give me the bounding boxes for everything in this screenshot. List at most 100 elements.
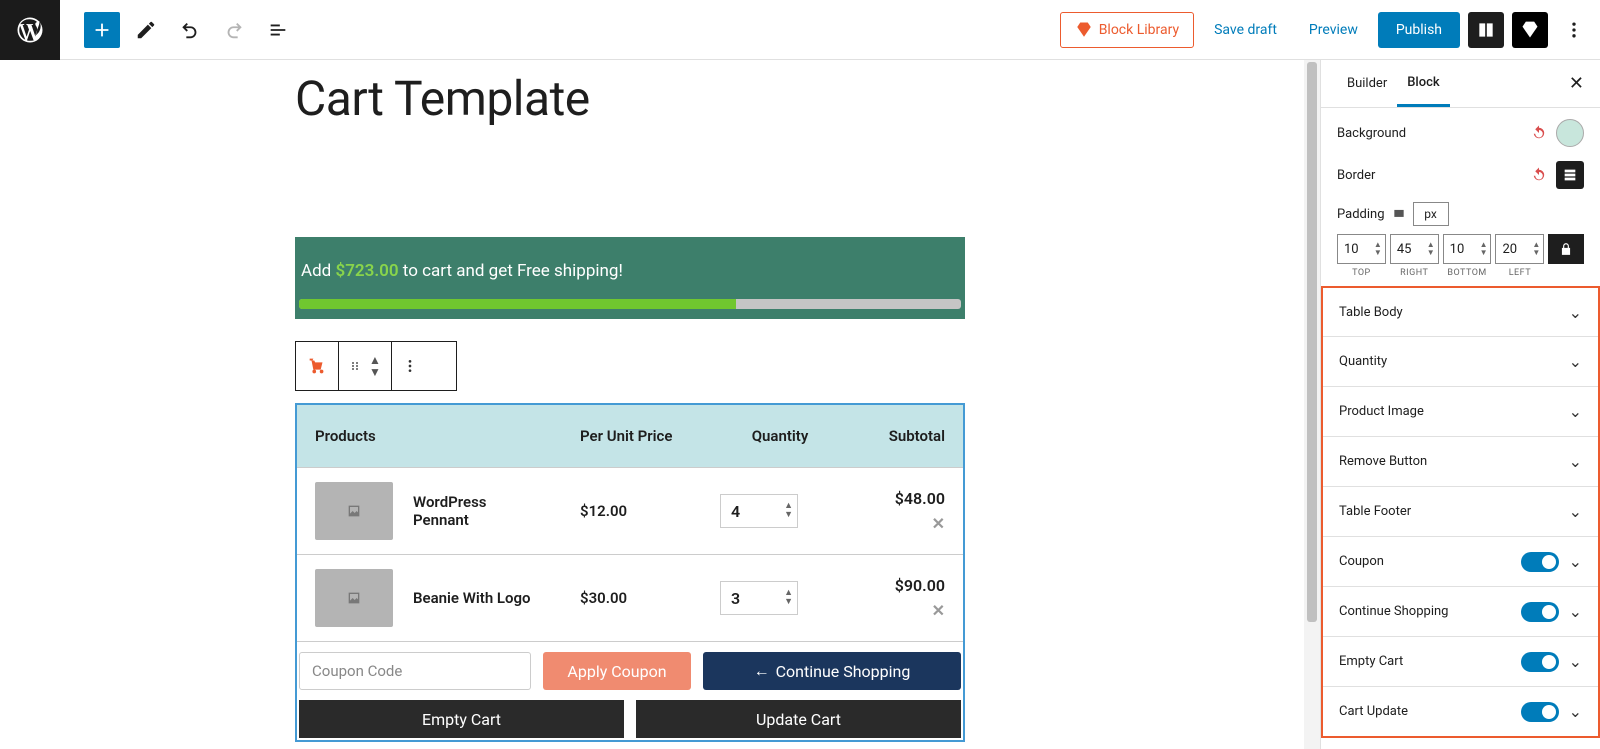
chevron-down-icon: ⌄ <box>1569 552 1582 571</box>
padding-label: Padding <box>1337 207 1385 222</box>
accordion-table-body[interactable]: Table Body⌄ <box>1323 286 1598 336</box>
toggle-switch[interactable] <box>1521 652 1559 672</box>
cart-actions-row-1: Coupon Code Apply Coupon ← Continue Shop… <box>297 641 963 700</box>
accordion-label: Remove Button <box>1339 454 1427 469</box>
accordion-label: Table Body <box>1339 305 1403 320</box>
ship-progress-fill <box>299 299 736 309</box>
accordion-label: Table Footer <box>1339 504 1411 519</box>
toggle-switch[interactable] <box>1521 702 1559 722</box>
row-subtotal: $90.00 <box>840 576 945 595</box>
col-products: Products <box>315 427 580 445</box>
qty-spinner-icon[interactable]: ▲▼ <box>784 589 793 607</box>
accordion-label: Coupon <box>1339 554 1384 569</box>
close-sidebar-button[interactable]: ✕ <box>1569 73 1584 94</box>
accordion-product-image[interactable]: Product Image⌄ <box>1323 386 1598 436</box>
tab-builder[interactable]: Builder <box>1337 60 1397 107</box>
page-title[interactable]: Cart Template <box>295 70 1304 127</box>
save-draft-button[interactable]: Save draft <box>1202 12 1289 48</box>
product-image-placeholder <box>315 482 393 540</box>
continue-shopping-button[interactable]: ← Continue Shopping <box>703 652 961 690</box>
cart-row: WordPress Pennant $12.00 4 ▲▼ $48.00 ✕ <box>297 467 963 554</box>
empty-cart-button[interactable]: Empty Cart <box>299 700 624 738</box>
qty-spinner-icon[interactable]: ▲▼ <box>784 502 793 520</box>
toggle-switch[interactable] <box>1521 552 1559 572</box>
accordion-quantity[interactable]: Quantity ⌄ <box>1323 336 1598 386</box>
remove-item-button[interactable]: ✕ <box>840 601 945 620</box>
remove-item-button[interactable]: ✕ <box>840 514 945 533</box>
accordion-label: Empty Cart <box>1339 654 1403 669</box>
settings-panel-toggle[interactable] <box>1468 12 1504 48</box>
block-library-label: Block Library <box>1099 22 1179 38</box>
block-toolbar: ▲▼ <box>295 341 457 391</box>
update-cart-button[interactable]: Update Cart <box>636 700 961 738</box>
accordion-label: Cart Update <box>1339 704 1408 719</box>
padding-bottom-input[interactable]: 10▲▼ <box>1443 234 1492 264</box>
ship-progress-track <box>299 299 961 309</box>
product-name: WordPress Pennant <box>413 493 538 529</box>
accordion-cart-update[interactable]: Cart Update ⌄ <box>1323 686 1598 736</box>
cart-actions-row-2: Empty Cart Update Cart <box>297 700 963 740</box>
preview-button[interactable]: Preview <box>1297 12 1370 48</box>
padding-top-input[interactable]: 10▲▼ <box>1337 234 1386 264</box>
accordion-empty-cart[interactable]: Empty Cart⌄ <box>1323 636 1598 686</box>
accordion-continue-shopping[interactable]: Continue Shopping ⌄ <box>1323 586 1598 636</box>
unit-selector[interactable]: px <box>1413 202 1449 226</box>
more-menu-button[interactable] <box>1556 12 1592 48</box>
block-type-icon[interactable] <box>296 342 338 390</box>
product-image-placeholder <box>315 569 393 627</box>
arrow-left-icon: ← <box>754 661 770 681</box>
padding-link-button[interactable] <box>1548 234 1584 264</box>
cart-table-block[interactable]: Products Per Unit Price Quantity Subtota… <box>295 403 965 742</box>
block-library-button[interactable]: Block Library <box>1060 12 1194 48</box>
edit-tool-icon[interactable] <box>128 12 164 48</box>
padding-right-input[interactable]: 45▲▼ <box>1390 234 1439 264</box>
editor-canvas[interactable]: Cart Template Add $723.00 to cart and ge… <box>0 60 1304 749</box>
accordion-label: Quantity <box>1339 354 1387 369</box>
block-move-arrows[interactable]: ▲▼ <box>369 354 381 378</box>
add-block-button[interactable] <box>84 12 120 48</box>
accordion-remove-button[interactable]: Remove Button ⌄ <box>1323 436 1598 486</box>
background-label: Background <box>1337 126 1406 141</box>
apply-coupon-button[interactable]: Apply Coupon <box>543 652 691 690</box>
background-color-swatch[interactable] <box>1556 119 1584 147</box>
free-shipping-banner: Add $723.00 to cart and get Free shippin… <box>295 237 965 319</box>
accordion-coupon[interactable]: Coupon ⌄ <box>1323 536 1598 586</box>
chevron-down-icon: ⌄ <box>1569 452 1582 471</box>
undo-button[interactable] <box>172 12 208 48</box>
col-qty: Quantity <box>720 427 840 445</box>
block-more-options[interactable] <box>391 342 428 390</box>
border-settings-button[interactable] <box>1556 161 1584 189</box>
padding-left-input[interactable]: 20▲▼ <box>1495 234 1544 264</box>
coupon-code-input[interactable]: Coupon Code <box>299 652 531 690</box>
chevron-down-icon: ⌄ <box>1569 702 1582 721</box>
product-price: $30.00 <box>580 589 720 607</box>
accordion-table-footer[interactable]: Table Footer⌄ <box>1323 486 1598 536</box>
col-price: Per Unit Price <box>580 427 720 445</box>
chevron-down-icon: ⌄ <box>1569 602 1582 621</box>
product-price: $12.00 <box>580 502 720 520</box>
plugin-panel-button[interactable] <box>1512 12 1548 48</box>
product-name: Beanie With Logo <box>413 589 538 607</box>
ship-prefix: Add <box>301 261 335 281</box>
redo-button[interactable] <box>216 12 252 48</box>
top-toolbar: Block Library Save draft Preview Publish <box>0 0 1600 60</box>
accordion-label: Continue Shopping <box>1339 604 1448 619</box>
publish-button[interactable]: Publish <box>1378 12 1460 48</box>
accordion-group: Table Body⌄Quantity⌄Product Image⌄Remove… <box>1321 286 1600 738</box>
wp-logo[interactable] <box>0 0 60 60</box>
quantity-input[interactable]: 3 ▲▼ <box>720 581 798 615</box>
outline-button[interactable] <box>260 12 296 48</box>
reset-icon[interactable] <box>1530 124 1548 142</box>
block-drag-handle[interactable]: ▲▼ <box>338 342 391 390</box>
chevron-down-icon: ⌄ <box>1569 352 1582 371</box>
scroll-thumb[interactable] <box>1307 62 1317 622</box>
quantity-input[interactable]: 4 ▲▼ <box>720 494 798 528</box>
col-subtotal: Subtotal <box>840 427 945 445</box>
device-icon[interactable] <box>1391 207 1407 221</box>
settings-sidebar: Builder Block ✕ Background Border <box>1320 60 1600 749</box>
canvas-scrollbar[interactable] <box>1304 60 1320 749</box>
accordion-label: Product Image <box>1339 404 1424 419</box>
tab-block[interactable]: Block <box>1397 60 1449 107</box>
toggle-switch[interactable] <box>1521 602 1559 622</box>
reset-icon[interactable] <box>1530 166 1548 184</box>
